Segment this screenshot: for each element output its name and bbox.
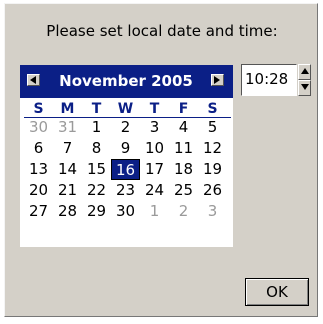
day-cell[interactable]: 21: [53, 180, 82, 201]
day-cell[interactable]: 13: [24, 159, 53, 180]
time-up-button[interactable]: [298, 64, 311, 80]
day-cell[interactable]: 2: [169, 201, 198, 222]
day-cell[interactable]: 28: [53, 201, 82, 222]
day-cell[interactable]: 23: [111, 180, 140, 201]
day-cell[interactable]: 10: [140, 138, 169, 159]
day-cell[interactable]: 11: [169, 138, 198, 159]
day-cell[interactable]: 3: [140, 117, 169, 138]
day-cell[interactable]: 9: [111, 138, 140, 159]
day-cell[interactable]: 20: [24, 180, 53, 201]
day-cell[interactable]: 26: [198, 180, 227, 201]
time-down-button[interactable]: [298, 80, 311, 96]
day-cell[interactable]: 30: [24, 117, 53, 138]
day-cell[interactable]: 25: [169, 180, 198, 201]
day-cell[interactable]: 6: [24, 138, 53, 159]
day-cell[interactable]: 3: [198, 201, 227, 222]
spin-down-icon: [301, 84, 309, 90]
day-cell[interactable]: 12: [198, 138, 227, 159]
calendar: November 2005 S M T W T F S 30 31 1 2 3 …: [20, 65, 233, 247]
day-cell[interactable]: 31: [53, 117, 82, 138]
day-cell[interactable]: 1: [140, 201, 169, 222]
day-cell[interactable]: 18: [169, 159, 198, 180]
day-cell[interactable]: 14: [53, 159, 82, 180]
day-cell[interactable]: 8: [82, 138, 111, 159]
spin-up-icon: [301, 68, 309, 74]
ok-button[interactable]: OK: [245, 278, 309, 306]
day-cell[interactable]: 30: [111, 201, 140, 222]
time-value: 10:28: [245, 70, 289, 88]
triangle-right-icon: [214, 76, 220, 84]
day-of-week-row: S M T W T F S: [24, 99, 231, 118]
day-cell[interactable]: 24: [140, 180, 169, 201]
month-title[interactable]: November 2005: [42, 72, 210, 90]
day-cell[interactable]: 19: [198, 159, 227, 180]
day-cell[interactable]: 22: [82, 180, 111, 201]
day-cell[interactable]: 1: [82, 117, 111, 138]
day-cell[interactable]: 29: [82, 201, 111, 222]
day-cell[interactable]: 7: [53, 138, 82, 159]
time-input[interactable]: 10:28: [241, 64, 297, 96]
selected-day-cell[interactable]: 16: [111, 159, 140, 180]
prompt-text: Please set local date and time:: [46, 22, 278, 40]
next-month-button[interactable]: [211, 74, 224, 86]
day-cell[interactable]: 5: [198, 117, 227, 138]
prev-month-button[interactable]: [27, 74, 40, 86]
day-cell[interactable]: 4: [169, 117, 198, 138]
day-cell[interactable]: 15: [82, 159, 111, 180]
triangle-left-icon: [30, 76, 36, 84]
calendar-header: November 2005: [20, 65, 233, 98]
day-cell[interactable]: 27: [24, 201, 53, 222]
day-cell[interactable]: 17: [140, 159, 169, 180]
day-cell[interactable]: 2: [111, 117, 140, 138]
date-time-dialog: Please set local date and time: November…: [4, 3, 318, 317]
